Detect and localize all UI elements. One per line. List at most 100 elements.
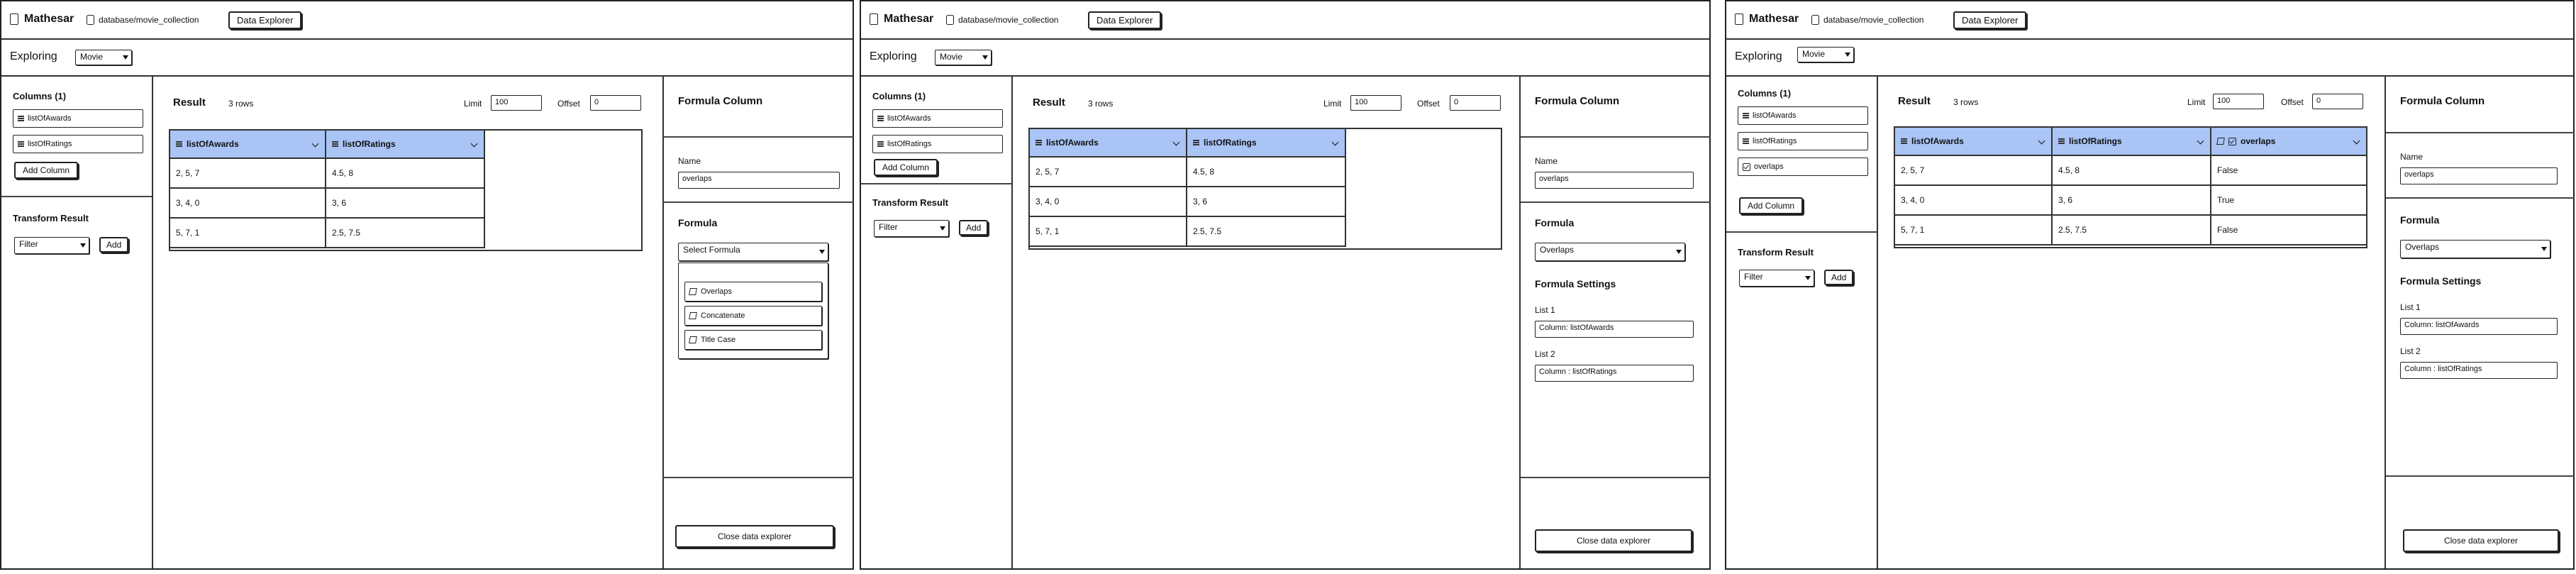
chevron-down-icon[interactable] (311, 140, 319, 148)
column-item-overlaps[interactable]: overlaps (1738, 158, 1868, 176)
caret-down-icon (1676, 250, 1682, 254)
column-header-awards[interactable]: listOfAwards (170, 131, 326, 159)
close-data-explorer-button[interactable]: Close data explorer (675, 525, 834, 548)
table-cell[interactable]: 2, 5, 7 (1030, 158, 1187, 187)
data-explorer-button[interactable]: Data Explorer (228, 11, 302, 29)
name-label: Name (2400, 152, 2424, 162)
column-header-awards[interactable]: listOfAwards (1030, 129, 1187, 158)
formula-option-title-case[interactable]: Title Case (684, 330, 822, 350)
table-cell[interactable]: 5, 7, 1 (1030, 217, 1187, 247)
name-input[interactable]: overlaps (678, 172, 840, 189)
name-input[interactable]: overlaps (1535, 172, 1694, 189)
table-cell[interactable]: 3, 4, 0 (170, 189, 326, 219)
column-item-awards[interactable]: listOfAwards (13, 109, 143, 128)
column-header-ratings[interactable]: listOfRatings (1187, 129, 1346, 158)
data-explorer-button[interactable]: Data Explorer (1953, 11, 2027, 29)
column-item-ratings[interactable]: listOfRatings (1738, 132, 1868, 150)
table-cell[interactable]: 2, 5, 7 (170, 159, 326, 189)
table-cell[interactable]: 3, 4, 0 (1895, 186, 2053, 216)
table-cell[interactable]: True (2211, 186, 2366, 216)
chevron-down-icon[interactable] (2353, 137, 2360, 145)
offset-input[interactable]: 0 (1450, 95, 1501, 111)
column-item-ratings[interactable]: listOfRatings (13, 135, 143, 153)
add-transform-button[interactable]: Add (959, 220, 989, 236)
filter-select[interactable]: Filter (874, 220, 949, 237)
column-header-ratings[interactable]: listOfRatings (326, 131, 485, 159)
checkbox-icon (2228, 137, 2236, 145)
column-header-ratings[interactable]: listOfRatings (2053, 128, 2211, 156)
table-cell[interactable]: 3, 6 (1187, 187, 1346, 217)
table-select[interactable]: Movie (75, 50, 132, 65)
formula-panel: Formula Column Name overlaps Formula Sel… (662, 75, 854, 568)
limit-input[interactable]: 100 (491, 95, 542, 111)
close-data-explorer-button[interactable]: Close data explorer (2403, 529, 2559, 552)
formula-select[interactable]: Overlaps (2400, 240, 2550, 258)
breadcrumb[interactable]: database/movie_collection (87, 15, 199, 25)
breadcrumb[interactable]: database/movie_collection (946, 15, 1058, 25)
checkbox-icon (1743, 162, 1750, 171)
chevron-down-icon[interactable] (2038, 137, 2045, 145)
column-item-awards[interactable]: listOfAwards (872, 109, 1003, 128)
chevron-down-icon[interactable] (2197, 137, 2204, 145)
divider (664, 136, 854, 138)
table-cell[interactable]: 3, 6 (326, 189, 485, 219)
table-cell[interactable]: 5, 7, 1 (1895, 216, 2053, 245)
brand: Mathesar (870, 13, 933, 26)
table-cell[interactable]: 4.5, 8 (326, 159, 485, 189)
table-cell[interactable]: False (2211, 216, 2366, 245)
list2-input[interactable]: Column : listOfRatings (1535, 365, 1694, 382)
table-cell[interactable]: 2.5, 7.5 (1187, 217, 1346, 247)
column-item-ratings[interactable]: listOfRatings (872, 135, 1003, 153)
formula-panel-title: Formula Column (2400, 95, 2485, 107)
table-cell[interactable]: 3, 6 (2053, 186, 2211, 216)
caret-down-icon (819, 250, 825, 254)
table-cell[interactable]: 4.5, 8 (1187, 158, 1346, 187)
table-cell[interactable]: 2.5, 7.5 (326, 219, 485, 248)
offset-input[interactable]: 0 (590, 95, 641, 111)
table-select[interactable]: Movie (935, 50, 992, 65)
breadcrumb[interactable]: database/movie_collection (1811, 15, 1923, 25)
list1-input[interactable]: Column: listOfAwards (2400, 318, 2558, 335)
divider (1726, 231, 1877, 233)
columns-title: Columns (1) (1738, 88, 1792, 99)
formula-option-overlaps[interactable]: Overlaps (684, 282, 822, 302)
table-cell[interactable]: 4.5, 8 (2053, 156, 2211, 186)
limit-input[interactable]: 100 (1350, 95, 1401, 111)
column-item-awards[interactable]: listOfAwards (1738, 106, 1868, 125)
table-cell[interactable]: 2, 5, 7 (1895, 156, 2053, 186)
formula-panel: Formula Column Name overlaps Formula Ove… (1519, 75, 1711, 568)
add-column-button[interactable]: Add Column (874, 159, 938, 176)
add-column-button[interactable]: Add Column (1739, 197, 1804, 214)
formula-select[interactable]: Overlaps (1535, 243, 1685, 261)
limit-input[interactable]: 100 (2213, 94, 2264, 109)
filter-select[interactable]: Filter (14, 237, 89, 254)
formula-option-concatenate[interactable]: Concatenate (684, 306, 822, 326)
chevron-down-icon[interactable] (470, 140, 478, 148)
table-select[interactable]: Movie (1797, 47, 1854, 62)
chevron-down-icon[interactable] (1172, 138, 1180, 146)
column-header-overlaps[interactable]: overlaps (2211, 128, 2366, 156)
transform-title: Transform Result (13, 213, 89, 223)
data-explorer-button[interactable]: Data Explorer (1088, 11, 1162, 29)
add-transform-button[interactable]: Add (1824, 270, 1854, 285)
chevron-down-icon[interactable] (1331, 138, 1339, 146)
table-cell[interactable]: 5, 7, 1 (170, 219, 326, 248)
add-column-button[interactable]: Add Column (14, 162, 79, 179)
filter-select[interactable]: Filter (1739, 270, 1814, 287)
table-cell[interactable]: 2.5, 7.5 (2053, 216, 2211, 245)
exploring-label: Exploring (10, 50, 57, 62)
offset-label: Offset (557, 99, 580, 109)
close-data-explorer-button[interactable]: Close data explorer (1535, 529, 1692, 552)
list1-input[interactable]: Column: listOfAwards (1535, 321, 1694, 338)
list2-label: List 2 (1535, 349, 1555, 359)
column-header-awards[interactable]: listOfAwards (1895, 128, 2053, 156)
formula-select[interactable]: Select Formula (678, 243, 828, 261)
brand: Mathesar (10, 13, 74, 26)
formula-settings-title: Formula Settings (2400, 275, 2482, 287)
offset-input[interactable]: 0 (2312, 94, 2363, 109)
table-cell[interactable]: 3, 4, 0 (1030, 187, 1187, 217)
name-input[interactable]: overlaps (2400, 167, 2558, 184)
list2-input[interactable]: Column : listOfRatings (2400, 362, 2558, 379)
add-transform-button[interactable]: Add (99, 237, 129, 253)
table-cell[interactable]: False (2211, 156, 2366, 186)
